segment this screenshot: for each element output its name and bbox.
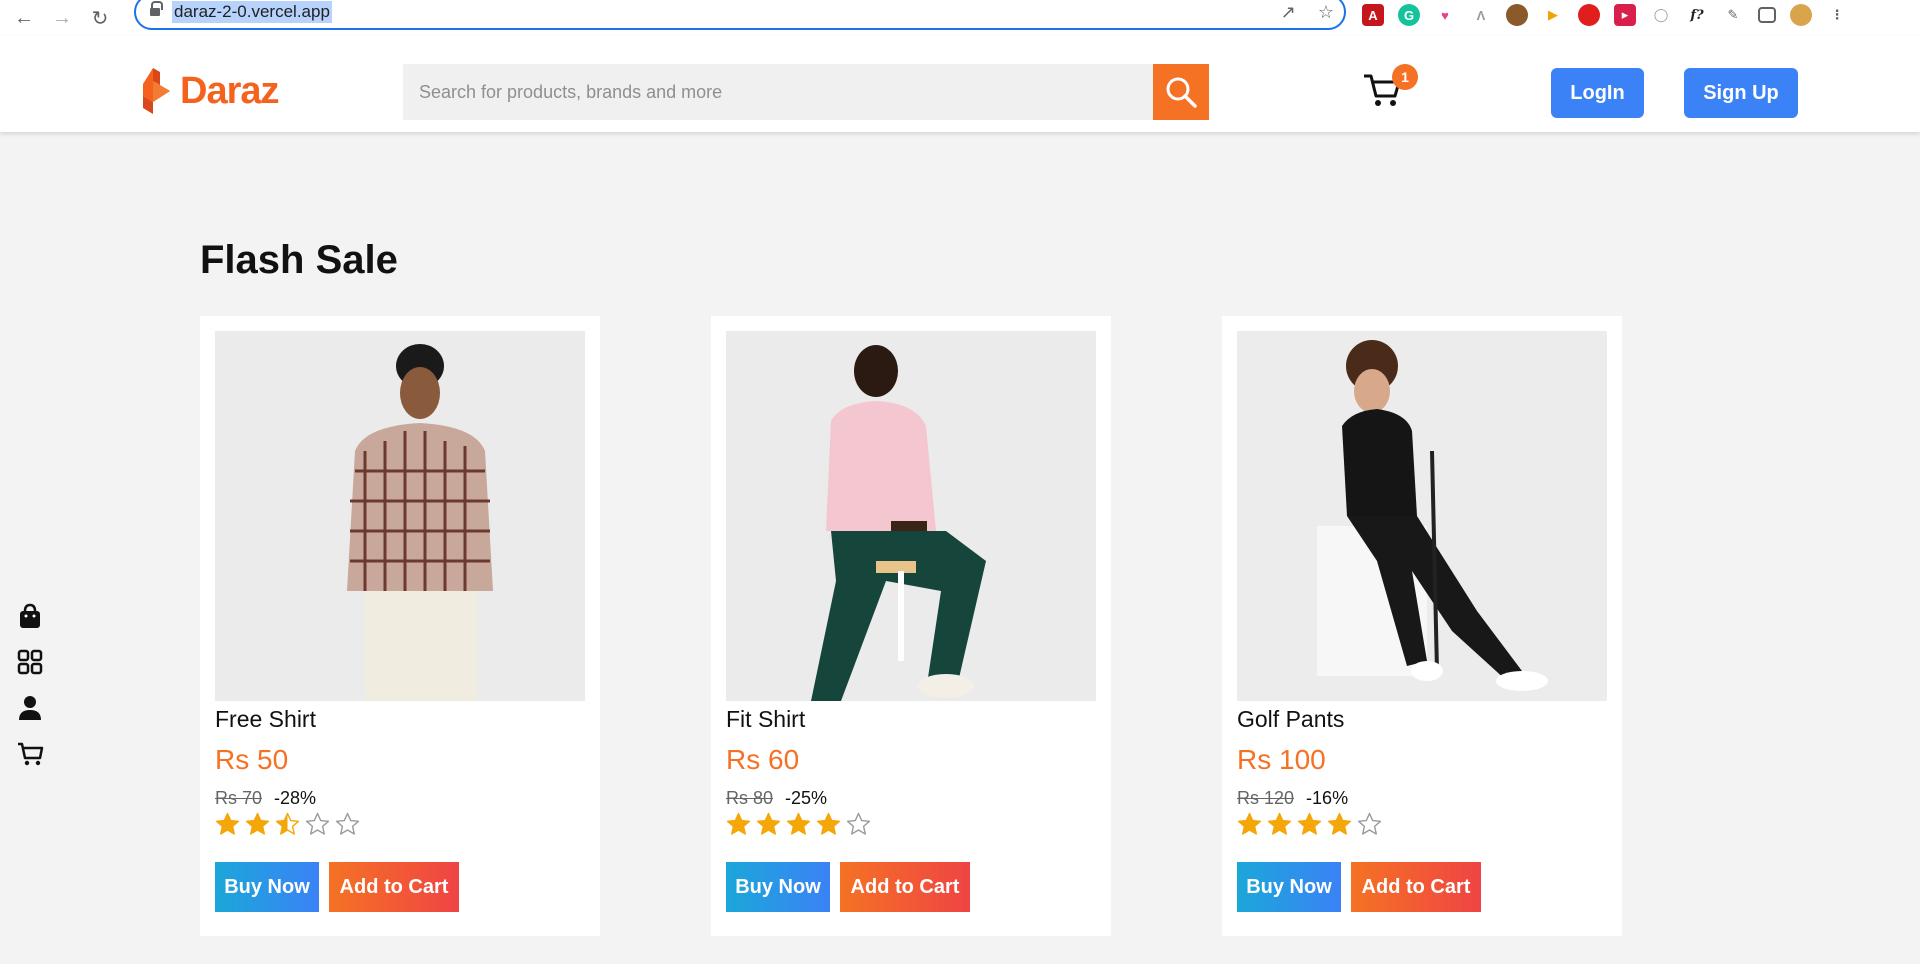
cookie-icon[interactable] [1506, 4, 1528, 26]
grammarly-icon[interactable]: G [1398, 4, 1420, 26]
shopping-bag-icon[interactable] [16, 602, 44, 630]
product-card: Free Shirt Rs 50 Rs 70 -28% Buy Now Add … [200, 316, 600, 936]
menu-kebab-icon[interactable]: ⋮ [1826, 4, 1848, 26]
back-icon[interactable]: ← [10, 4, 38, 32]
play-extension-icon[interactable]: ▶ [1542, 4, 1564, 26]
star-icon [275, 812, 300, 835]
star-icon [1357, 812, 1382, 835]
product-name[interactable]: Fit Shirt [726, 706, 805, 733]
discount-badge: -25% [785, 788, 828, 808]
star-icon [816, 812, 841, 835]
pdf-extension-icon[interactable]: A [1362, 4, 1384, 26]
forward-icon[interactable]: → [48, 4, 76, 32]
discount-badge: -28% [274, 788, 317, 808]
add-to-cart-button[interactable]: Add to Cart [329, 862, 459, 912]
reload-icon[interactable]: ↻ [86, 4, 114, 32]
product-name[interactable]: Free Shirt [215, 706, 316, 733]
product-image[interactable] [726, 331, 1096, 701]
product-price: Rs 60 [726, 744, 800, 775]
heart-extension-icon[interactable]: ♥ [1434, 4, 1456, 26]
categories-grid-icon[interactable] [16, 648, 44, 676]
function-extension-icon[interactable]: f? [1686, 4, 1708, 26]
search-bar [403, 64, 1209, 120]
address-bar[interactable]: daraz-2-0.vercel.app ↗ ☆ [134, 0, 1346, 30]
product-price: Rs 50 [215, 744, 289, 775]
user-icon[interactable] [16, 694, 44, 722]
old-price: Rs 120 [1237, 788, 1295, 808]
buy-now-button[interactable]: Buy Now [215, 862, 319, 912]
rating-stars [1237, 812, 1382, 837]
search-button[interactable] [1153, 64, 1209, 120]
star-icon [1267, 812, 1292, 835]
adblock-icon[interactable] [1578, 4, 1600, 26]
logo[interactable]: Daraz [140, 66, 279, 116]
side-dock [16, 602, 44, 768]
share-icon[interactable]: ↗ [1281, 2, 1296, 23]
star-icon [1327, 812, 1352, 835]
product-image[interactable] [1237, 331, 1607, 701]
card-actions: Buy Now Add to Cart [215, 862, 459, 912]
rating-stars [215, 812, 360, 837]
star-icon [215, 812, 240, 835]
star-icon [756, 812, 781, 835]
add-to-cart-button[interactable]: Add to Cart [1351, 862, 1481, 912]
daraz-logo-icon [143, 68, 170, 114]
a-extension-icon[interactable]: Λ [1470, 4, 1492, 26]
star-icon [846, 812, 871, 835]
product-card: Golf Pants Rs 100 Rs 120 -16% Buy Now Ad… [1222, 316, 1622, 936]
address-url[interactable]: daraz-2-0.vercel.app [172, 1, 332, 23]
old-price: Rs 80 [726, 788, 774, 808]
price-original: Rs 120 -16% [1237, 788, 1348, 809]
star-icon [305, 812, 330, 835]
price-original: Rs 80 -25% [726, 788, 827, 809]
video-extension-icon[interactable]: ▸ [1614, 4, 1636, 26]
star-icon [786, 812, 811, 835]
cart-count-badge: 1 [1392, 64, 1418, 90]
puzzle-icon[interactable]: ✎ [1722, 4, 1744, 26]
login-button[interactable]: LogIn [1551, 68, 1644, 118]
buy-now-button[interactable]: Buy Now [1237, 862, 1341, 912]
buy-now-button[interactable]: Buy Now [726, 862, 830, 912]
signup-button[interactable]: Sign Up [1684, 68, 1798, 118]
search-input[interactable] [403, 64, 1153, 120]
site-header: Daraz 1 LogIn Sign Up [0, 36, 1920, 132]
bookmark-star-icon[interactable]: ☆ [1318, 2, 1334, 23]
avatar[interactable] [1790, 4, 1812, 26]
product-price: Rs 100 [1237, 744, 1326, 775]
star-icon [726, 812, 751, 835]
logo-text: Daraz [180, 69, 279, 112]
discount-badge: -16% [1306, 788, 1349, 808]
timer-extension-icon[interactable]: ◯ [1650, 4, 1672, 26]
rating-stars [726, 812, 871, 837]
star-icon [1237, 812, 1262, 835]
browser-toolbar: ← → ↻ daraz-2-0.vercel.app ↗ ☆ A G ♥ Λ ▶… [0, 0, 1920, 36]
section-title: Flash Sale [200, 238, 398, 282]
old-price: Rs 70 [215, 788, 263, 808]
lock-icon[interactable] [150, 1, 163, 18]
cart-side-icon[interactable] [16, 740, 44, 768]
price-original: Rs 70 -28% [215, 788, 316, 809]
product-name[interactable]: Golf Pants [1237, 706, 1344, 733]
product-card: Fit Shirt Rs 60 Rs 80 -25% Buy Now Add t… [711, 316, 1111, 936]
card-actions: Buy Now Add to Cart [726, 862, 970, 912]
star-icon [335, 812, 360, 835]
extensions-bar: A G ♥ Λ ▶ ▸ ◯ f? ✎ ⋮ [1362, 2, 1848, 28]
star-icon [245, 812, 270, 835]
card-actions: Buy Now Add to Cart [1237, 862, 1481, 912]
side-panel-icon[interactable] [1758, 7, 1776, 23]
add-to-cart-button[interactable]: Add to Cart [840, 862, 970, 912]
product-image[interactable] [215, 331, 585, 701]
search-icon [1166, 77, 1197, 108]
star-icon [1297, 812, 1322, 835]
